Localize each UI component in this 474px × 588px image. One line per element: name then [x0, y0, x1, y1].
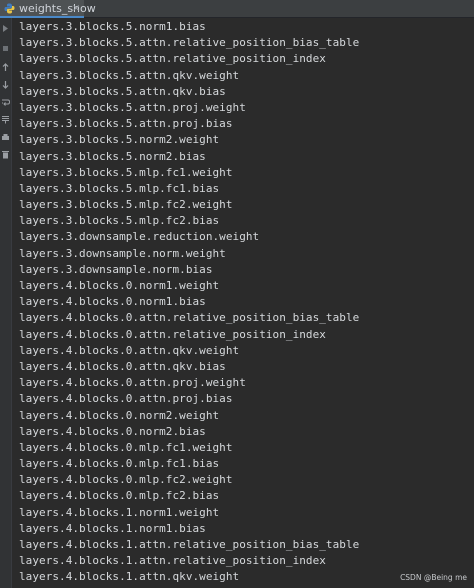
- console-line: layers.3.downsample.norm.weight: [19, 246, 226, 260]
- console-line: layers.4.blocks.0.attn.qkv.weight: [19, 343, 240, 357]
- console-line: layers.3.blocks.5.norm1.bias: [19, 20, 206, 33]
- console-line: layers.3.blocks.5.mlp.fc1.bias: [19, 181, 220, 195]
- console-output[interactable]: layers.3.blocks.5.norm1.bias layers.3.blo…: [12, 18, 474, 588]
- console-line: layers.4.blocks.1.norm1.bias: [19, 521, 206, 535]
- stop-icon[interactable]: [1, 44, 10, 53]
- console-line: layers.4.blocks.0.attn.proj.weight: [19, 376, 246, 390]
- python-file-icon: [4, 3, 15, 14]
- down-arrow-icon[interactable]: [1, 80, 10, 89]
- console-line: layers.3.downsample.reduction.weight: [19, 230, 260, 244]
- console-line: layers.4.blocks.0.attn.relative_position…: [19, 327, 326, 341]
- console-line: layers.3.blocks.5.mlp.fc2.bias: [19, 214, 220, 228]
- print-icon[interactable]: [1, 133, 10, 142]
- console-line: layers.4.blocks.0.norm2.weight: [19, 408, 220, 422]
- console-line: layers.4.blocks.0.attn.qkv.bias: [19, 359, 226, 373]
- console-toolbar: [0, 18, 12, 588]
- console-line: layers.4.blocks.0.mlp.fc2.bias: [19, 489, 220, 503]
- delete-icon[interactable]: [1, 150, 10, 159]
- console-line: layers.3.blocks.5.attn.qkv.bias: [19, 84, 226, 98]
- scroll-end-icon[interactable]: [1, 115, 10, 124]
- console-line: layers.4.blocks.0.mlp.fc1.bias: [19, 457, 220, 471]
- console-line: layers.4.blocks.1.attn.relative_position…: [19, 554, 326, 568]
- close-icon[interactable]: ×: [72, 2, 80, 16]
- console-line: layers.3.blocks.5.attn.relative_position…: [19, 36, 360, 50]
- console-line: layers.3.downsample.norm.bias: [19, 262, 213, 276]
- tab-weights-show[interactable]: weights_show ×: [0, 0, 96, 18]
- console-line: layers.4.blocks.1.attn.relative_position…: [19, 538, 360, 551]
- wrap-icon[interactable]: [1, 98, 10, 107]
- console-line: layers.4.blocks.0.norm1.bias: [19, 295, 206, 309]
- tab-bar: weights_show ×: [0, 0, 474, 18]
- console-line: layers.3.blocks.5.attn.proj.bias: [19, 117, 233, 131]
- console-line: layers.3.blocks.5.norm2.bias: [19, 149, 206, 163]
- console-line: layers.3.blocks.5.attn.qkv.weight: [19, 68, 240, 82]
- up-arrow-icon[interactable]: [1, 63, 10, 72]
- console-line: layers.4.blocks.0.attn.proj.bias: [19, 392, 233, 406]
- console-line: layers.4.blocks.1.norm1.weight: [19, 505, 220, 519]
- console-line: layers.3.blocks.5.norm2.weight: [19, 133, 220, 147]
- console-line: layers.4.blocks.1.attn.qkv.weight: [19, 570, 240, 584]
- console-line: layers.4.blocks.0.attn.relative_position…: [19, 311, 360, 325]
- tab-title: weights_show: [19, 2, 96, 15]
- output-lines: layers.3.blocks.5.norm1.bias layers.3.blo…: [19, 19, 359, 586]
- watermark: CSDN @Being me: [400, 573, 467, 582]
- rerun-icon[interactable]: [1, 24, 10, 33]
- console-line: layers.3.blocks.5.mlp.fc2.weight: [19, 198, 233, 212]
- console-line: layers.3.blocks.5.attn.relative_position…: [19, 52, 326, 66]
- console-line: layers.3.blocks.5.mlp.fc1.weight: [19, 165, 233, 179]
- console-line: layers.4.blocks.0.norm1.weight: [19, 279, 220, 292]
- console-line: layers.4.blocks.0.mlp.fc2.weight: [19, 473, 233, 487]
- console-line: layers.4.blocks.0.norm2.bias: [19, 424, 206, 438]
- console-line: layers.3.blocks.5.attn.proj.weight: [19, 100, 246, 114]
- console-line: layers.4.blocks.0.mlp.fc1.weight: [19, 440, 233, 454]
